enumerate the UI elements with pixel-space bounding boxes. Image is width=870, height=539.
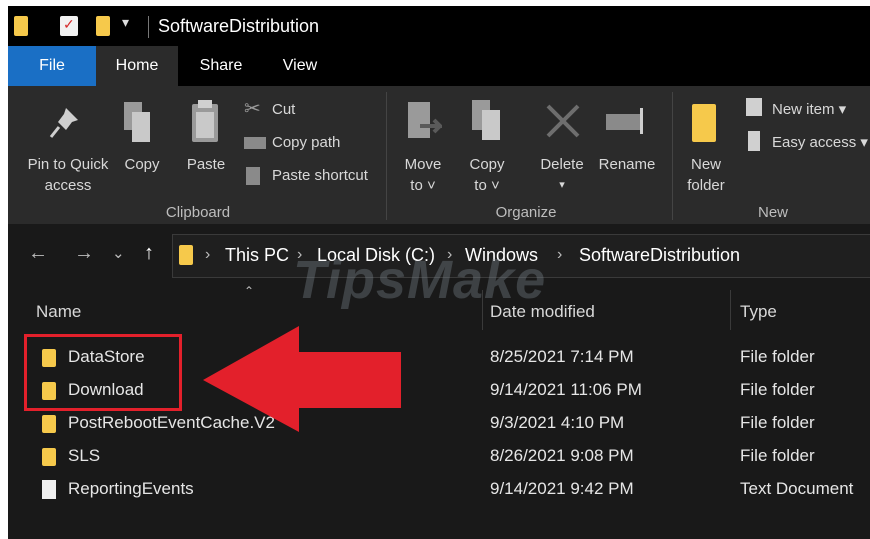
file-type: File folder bbox=[740, 446, 815, 465]
new-folder-icon[interactable] bbox=[96, 16, 110, 36]
list-item[interactable]: ReportingEvents 9/14/2021 9:42 PM Text D… bbox=[8, 474, 870, 507]
group-divider bbox=[386, 92, 387, 220]
forward-arrow-icon[interactable]: → bbox=[74, 242, 94, 265]
new-folder-label-line2: folder bbox=[687, 177, 725, 194]
move-to-label-line1: Move bbox=[404, 156, 442, 173]
file-date: 9/3/2021 4:10 PM bbox=[490, 413, 625, 432]
ribbon-tabs: File Home Share View bbox=[8, 46, 870, 86]
rename-icon bbox=[606, 108, 643, 134]
file-list: Name ⌃ Date modified Type DataStore 8/25… bbox=[8, 284, 870, 539]
file-type: File folder bbox=[740, 413, 815, 432]
easy-access-label: Easy access ▾ bbox=[772, 134, 868, 151]
folder-icon bbox=[14, 16, 28, 36]
easy-access-icon bbox=[748, 131, 760, 151]
pin-label-line2: access bbox=[44, 177, 92, 194]
file-name: ReportingEvents bbox=[68, 479, 194, 498]
document-icon bbox=[42, 480, 56, 499]
paste-icon bbox=[192, 100, 218, 142]
move-to-icon bbox=[408, 102, 442, 138]
list-item[interactable]: PostRebootEventCache.V2 9/3/2021 4:10 PM… bbox=[8, 408, 870, 441]
red-arrow-annotation bbox=[203, 326, 401, 432]
explorer-window: ✓ ▾ SoftwareDistribution File Home Share… bbox=[8, 6, 870, 539]
tab-share[interactable]: Share bbox=[184, 46, 258, 86]
properties-icon[interactable]: ✓ bbox=[60, 16, 78, 36]
tab-view[interactable]: View bbox=[270, 46, 330, 86]
scissors-icon: ✂ bbox=[244, 98, 261, 120]
new-folder-icon bbox=[692, 104, 716, 142]
file-type: File folder bbox=[740, 380, 815, 399]
column-header-name[interactable]: Name bbox=[36, 302, 81, 322]
clipboard-group-label: Clipboard bbox=[165, 204, 231, 221]
copy-path-label: Copy path bbox=[272, 134, 341, 151]
cut-label: Cut bbox=[272, 101, 296, 118]
file-name: SLS bbox=[68, 446, 101, 465]
move-to-label-line2: to ˅ bbox=[410, 177, 436, 194]
watermark-logo: TipsMake bbox=[293, 250, 547, 310]
folder-icon bbox=[42, 415, 56, 433]
copy-to-label-line2: to ˅ bbox=[474, 177, 500, 194]
file-type: Text Document bbox=[740, 479, 854, 498]
pin-label-line1: Pin to Quick bbox=[27, 156, 109, 173]
back-arrow-icon[interactable]: ← bbox=[28, 242, 48, 265]
breadcrumb-chevron-icon[interactable]: › bbox=[205, 246, 210, 264]
file-date: 9/14/2021 11:06 PM bbox=[490, 380, 642, 399]
organize-group-label: Organize bbox=[495, 204, 557, 221]
pin-icon bbox=[49, 108, 78, 138]
tab-file[interactable]: File bbox=[8, 46, 96, 86]
new-item-label: New item ▾ bbox=[772, 101, 847, 118]
folder-icon bbox=[42, 448, 56, 466]
file-date: 9/14/2021 9:42 PM bbox=[490, 479, 634, 498]
sort-ascending-icon: ⌃ bbox=[244, 284, 255, 298]
breadcrumb-softwaredistribution[interactable]: SoftwareDistribution bbox=[579, 245, 740, 266]
title-divider bbox=[148, 16, 149, 38]
delete-label: Delete bbox=[540, 156, 584, 173]
file-date: 8/26/2021 9:08 PM bbox=[490, 446, 634, 465]
tab-home[interactable]: Home bbox=[96, 46, 178, 86]
ribbon: Pin to Quick access Copy Paste ✂ Cut Cop… bbox=[8, 86, 870, 224]
column-divider[interactable] bbox=[730, 290, 731, 330]
breadcrumb-chevron-icon[interactable]: › bbox=[557, 246, 562, 264]
rename-label: Rename bbox=[598, 156, 656, 173]
copy-to-icon bbox=[472, 100, 500, 140]
new-item-icon bbox=[746, 98, 762, 116]
list-item[interactable]: SLS 8/26/2021 9:08 PM File folder bbox=[8, 441, 870, 474]
file-type: File folder bbox=[740, 347, 815, 366]
title-bar: ✓ ▾ SoftwareDistribution bbox=[8, 6, 870, 46]
copy-icon bbox=[124, 102, 150, 142]
new-group-label: New bbox=[757, 204, 788, 221]
breadcrumb-this-pc[interactable]: This PC bbox=[225, 245, 289, 266]
customize-toolbar-icon[interactable]: ▾ bbox=[122, 14, 129, 31]
column-header-type[interactable]: Type bbox=[740, 302, 777, 322]
up-arrow-icon[interactable]: ↑ bbox=[144, 242, 154, 265]
group-divider bbox=[672, 92, 673, 220]
file-date: 8/25/2021 7:14 PM bbox=[490, 347, 634, 366]
folder-icon bbox=[179, 245, 193, 265]
paste-label: Paste bbox=[186, 156, 226, 173]
copy-label: Copy bbox=[124, 156, 160, 173]
window-title: SoftwareDistribution bbox=[158, 16, 320, 36]
paste-shortcut-label: Paste shortcut bbox=[272, 167, 368, 184]
paste-shortcut-icon bbox=[246, 167, 260, 185]
delete-dropdown-icon[interactable]: ▾ bbox=[534, 175, 590, 196]
delete-icon bbox=[546, 104, 580, 138]
copy-to-label-line1: Copy bbox=[469, 156, 505, 173]
copy-path-icon bbox=[244, 137, 266, 149]
highlight-box bbox=[24, 334, 182, 411]
new-folder-label-line1: New bbox=[690, 156, 721, 173]
recent-locations-chevron-icon[interactable]: ⌄ bbox=[112, 244, 125, 262]
